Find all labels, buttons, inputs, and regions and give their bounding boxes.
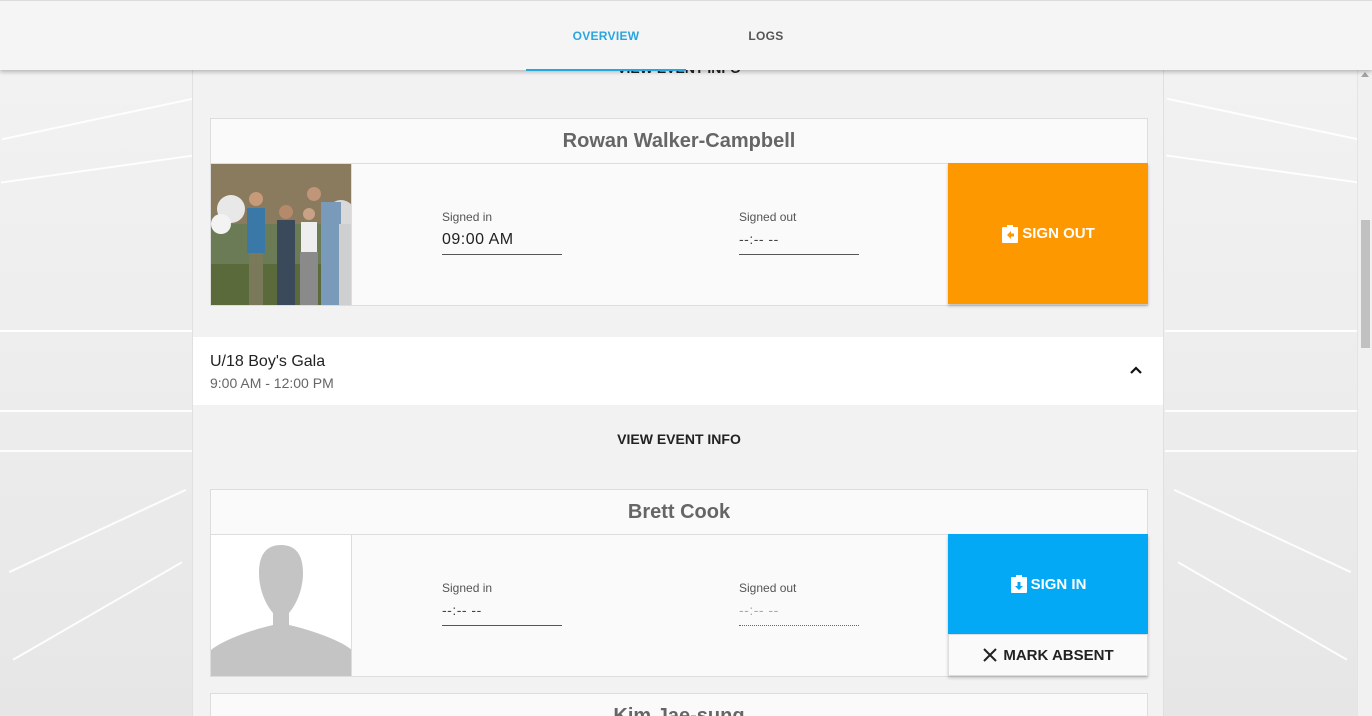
scrollbar[interactable] bbox=[1357, 70, 1372, 716]
sign-in-label: SIGN IN bbox=[1030, 575, 1087, 593]
sign-out-label: SIGN OUT bbox=[1022, 225, 1095, 242]
mark-absent-button[interactable]: MARK ABSENT bbox=[948, 634, 1148, 676]
clipboard-arrow-down-icon bbox=[1010, 575, 1027, 593]
signed-out-time-input-disabled: --:-- -- bbox=[739, 602, 859, 626]
tab-overview[interactable]: OVERVIEW bbox=[526, 1, 686, 71]
close-icon bbox=[983, 648, 998, 662]
athlete-name: Kim Jae-sung bbox=[211, 694, 1147, 716]
event-time: 9:00 AM - 12:00 PM bbox=[210, 375, 334, 391]
clipboard-arrow-left-icon bbox=[1002, 224, 1019, 243]
athlete-card: Brett Cook Signed in --:-- -- Signed out… bbox=[210, 489, 1148, 677]
signed-out-label: Signed out bbox=[739, 581, 797, 595]
signed-out-label: Signed out bbox=[739, 210, 797, 224]
signed-out-time-input[interactable]: --:-- -- bbox=[739, 231, 859, 255]
athlete-photo bbox=[211, 164, 352, 305]
athlete-name: Brett Cook bbox=[211, 490, 1147, 535]
signed-in-time-input[interactable]: --:-- -- bbox=[442, 602, 562, 626]
main-content: VIEW EVENT INFO Rowan Walker-Campbell bbox=[192, 0, 1164, 716]
scroll-up-arrow-icon[interactable] bbox=[1361, 72, 1369, 77]
athlete-card: Kim Jae-sung bbox=[210, 693, 1148, 716]
avatar-placeholder-icon bbox=[211, 535, 352, 676]
signed-in-time-input[interactable]: 09:00 AM bbox=[442, 231, 562, 255]
signed-out-field: Signed out --:-- -- bbox=[739, 581, 859, 626]
chevron-up-icon[interactable] bbox=[1129, 363, 1143, 377]
view-event-info-link[interactable]: VIEW EVENT INFO bbox=[193, 431, 1163, 447]
signed-in-label: Signed in bbox=[442, 210, 493, 224]
signed-in-field[interactable]: Signed in 09:00 AM bbox=[442, 210, 562, 255]
event-header[interactable]: U/18 Boy's Gala 9:00 AM - 12:00 PM bbox=[193, 337, 1163, 405]
scrollbar-thumb[interactable] bbox=[1361, 220, 1370, 348]
sign-out-button[interactable]: SIGN OUT bbox=[948, 163, 1148, 304]
signed-in-label: Signed in bbox=[442, 581, 493, 595]
athlete-name: Rowan Walker-Campbell bbox=[211, 119, 1147, 164]
signed-out-field[interactable]: Signed out --:-- -- bbox=[739, 210, 859, 255]
athlete-card: Rowan Walker-Campbell Signed in 09:00 AM… bbox=[210, 118, 1148, 306]
mark-absent-label: MARK ABSENT bbox=[1003, 646, 1114, 664]
signed-in-field[interactable]: Signed in --:-- -- bbox=[442, 581, 562, 626]
top-navigation-bar: OVERVIEW LOGS bbox=[0, 0, 1372, 71]
tab-logs[interactable]: LOGS bbox=[686, 1, 846, 71]
event-title: U/18 Boy's Gala bbox=[210, 353, 326, 370]
sign-in-button[interactable]: SIGN IN bbox=[948, 534, 1148, 634]
